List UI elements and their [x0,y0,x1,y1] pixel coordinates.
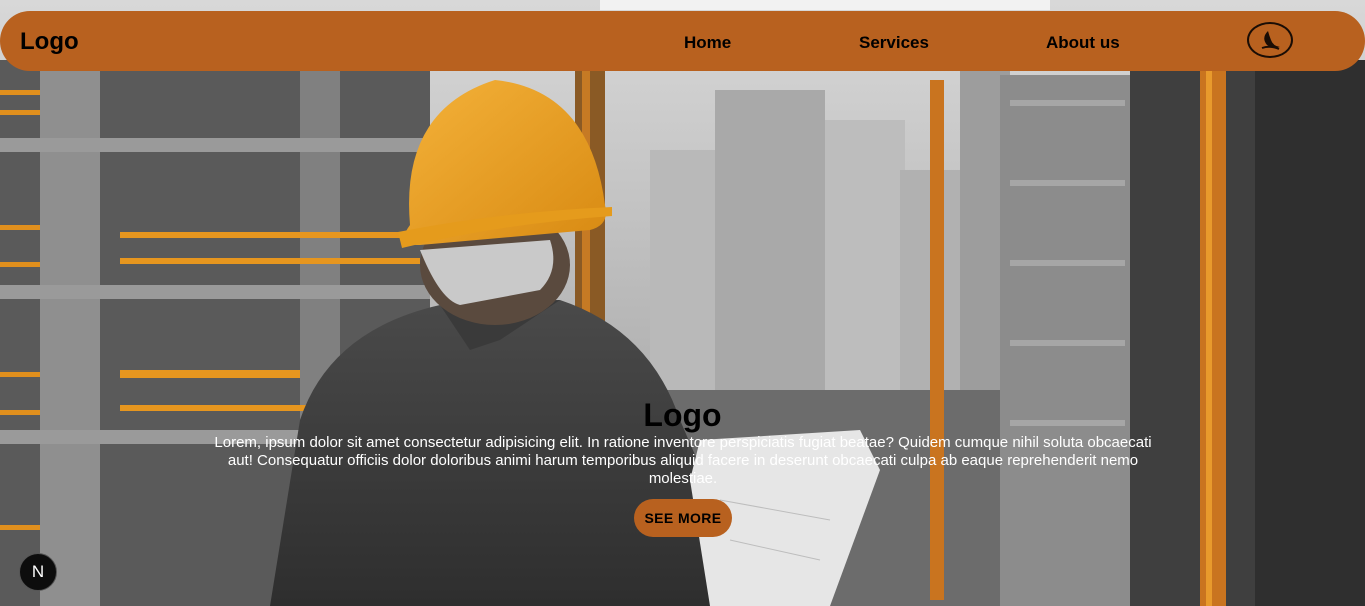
theme-toggle-button[interactable] [1247,22,1293,58]
navbar: Logo Home Services About us [0,11,1365,71]
hero-description: Lorem, ipsum dolor sit amet consectetur … [214,434,1152,487]
dev-tools-badge[interactable]: N [19,553,57,591]
nav-link-about-us[interactable]: About us [1046,33,1120,53]
nav-logo[interactable]: Logo [20,28,79,56]
page: Logo Home Services About us Logo Lorem, … [0,0,1365,606]
moon-icon [1261,31,1280,50]
hero-title: Logo [643,397,722,433]
see-more-button[interactable]: SEE MORE [634,499,732,537]
nav-link-home[interactable]: Home [684,33,731,53]
nav-link-services[interactable]: Services [859,33,929,53]
